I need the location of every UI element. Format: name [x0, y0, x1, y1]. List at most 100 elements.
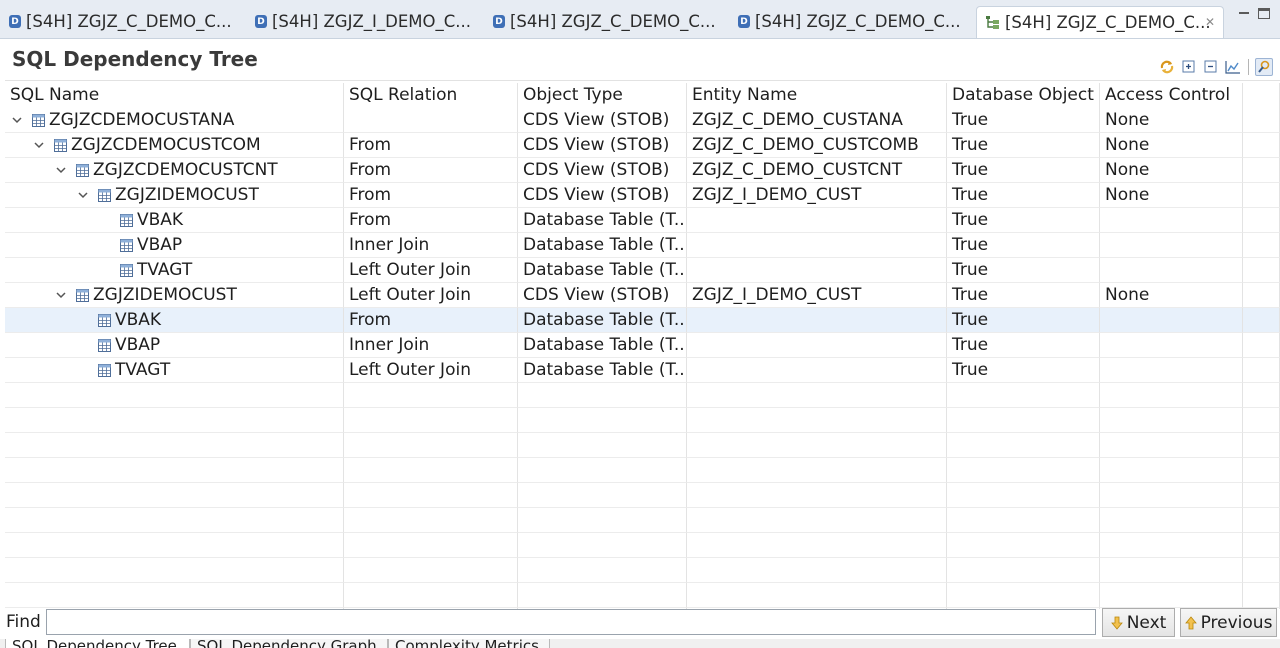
- chart-button[interactable]: [1224, 58, 1242, 76]
- table-row[interactable]: ZGJZIDEMOCUST From CDS View (STOB) ZGJZ_I_D…: [5, 183, 1280, 208]
- view-title: SQL Dependency Tree: [12, 47, 258, 71]
- cell-sql-name: ZGJZCDEMOCUSTCNT: [5, 158, 344, 183]
- chevron-down-icon[interactable]: [55, 289, 67, 301]
- column-header-sql-relation[interactable]: SQL Relation: [344, 83, 518, 108]
- chevron-down-icon[interactable]: [33, 139, 45, 151]
- collapse-all-button[interactable]: [1202, 58, 1220, 76]
- previous-button[interactable]: Previous: [1180, 608, 1277, 637]
- cell-sql-name: [5, 483, 344, 508]
- cell-sql-name: ZGJZCDEMOCUSTANA: [5, 108, 344, 133]
- cell-sql-relation: Left Outer Join: [344, 283, 518, 308]
- cell-sql-name: ZGJZIDEMOCUST: [5, 283, 344, 308]
- cell-filler: [1243, 408, 1280, 433]
- cell-sql-relation: From: [344, 308, 518, 333]
- bottom-tab-sql-dependency-tree[interactable]: SQL Dependency Tree: [5, 639, 190, 648]
- cell-object-type: Database Table (T...: [518, 333, 687, 358]
- previous-button-label: Previous: [1200, 612, 1273, 633]
- cell-sql-relation: Left Outer Join: [344, 258, 518, 283]
- cell-object-type: CDS View (STOB): [518, 158, 687, 183]
- cell-entity-name: [687, 458, 947, 483]
- minimize-icon[interactable]: [1237, 6, 1251, 20]
- column-header-database-object[interactable]: Database Object: [947, 83, 1100, 108]
- cell-database-object: [947, 433, 1100, 458]
- cell-filler: [1243, 558, 1280, 583]
- bottom-tab-complexity-metrics[interactable]: Complexity Metrics: [388, 639, 550, 648]
- column-header-filler: [1243, 83, 1280, 108]
- table-row[interactable]: TVAGT Left Outer Join Database Table (T...…: [5, 258, 1280, 283]
- column-header-entity-name[interactable]: Entity Name: [687, 83, 947, 108]
- cell-entity-name: [687, 208, 947, 233]
- expand-all-button[interactable]: [1180, 58, 1198, 76]
- editor-tab-2[interactable]: D [S4H] ZGJZ_I_DEMO_C...: [246, 6, 484, 37]
- empty-table-row: [5, 508, 1280, 533]
- cell-database-object: True: [947, 283, 1100, 308]
- table-row[interactable]: ZGJZCDEMOCUSTCNT From CDS View (STOB) ZGJZ_…: [5, 158, 1280, 183]
- cell-database-object: True: [947, 233, 1100, 258]
- cell-filler: [1243, 108, 1280, 133]
- next-button[interactable]: Next: [1102, 608, 1175, 637]
- table-icon: [32, 113, 45, 127]
- column-header-sql-name[interactable]: SQL Name: [5, 83, 344, 108]
- editor-tab-4[interactable]: D [S4H] ZGJZ_C_DEMO_C...: [729, 6, 975, 37]
- cell-access-control: [1100, 483, 1243, 508]
- ddl-source-icon: D: [738, 15, 750, 28]
- chevron-down-icon[interactable]: [11, 114, 23, 126]
- cell-sql-name: [5, 533, 344, 558]
- editor-tab-5[interactable]: [S4H] ZGJZ_C_DEMO_C... ✕: [976, 6, 1224, 38]
- find-input[interactable]: [46, 609, 1096, 635]
- table-row[interactable]: VBAK From Database Table (T... True: [5, 308, 1280, 333]
- cell-sql-name: ZGJZCDEMOCUSTCOM: [5, 133, 344, 158]
- filter-button[interactable]: [1255, 58, 1273, 76]
- table-row[interactable]: VBAK From Database Table (T... True: [5, 208, 1280, 233]
- column-header-object-type[interactable]: Object Type: [518, 83, 687, 108]
- table-icon: [98, 363, 111, 377]
- editor-tab-label: [S4H] ZGJZ_I_DEMO_C...: [272, 12, 471, 31]
- cell-sql-relation: From: [344, 208, 518, 233]
- maximize-icon[interactable]: [1258, 8, 1270, 19]
- cell-sql-name: [5, 458, 344, 483]
- collapse-all-icon: [1204, 60, 1217, 73]
- toolbar-separator: [1248, 59, 1249, 75]
- sql-name-text: TVAGT: [115, 359, 171, 380]
- cell-object-type: [518, 583, 687, 608]
- editor-tab-1[interactable]: D [S4H] ZGJZ_C_DEMO_C...: [0, 6, 245, 37]
- editor-tab-3[interactable]: D [S4H] ZGJZ_C_DEMO_C...: [484, 6, 729, 37]
- cell-object-type: [518, 408, 687, 433]
- ddl-source-icon: D: [9, 15, 21, 28]
- bottom-tab-sql-dependency-graph[interactable]: SQL Dependency Graph: [190, 639, 388, 648]
- cell-sql-name: ZGJZIDEMOCUST: [5, 183, 344, 208]
- cell-access-control: None: [1100, 283, 1243, 308]
- cell-entity-name: ZGJZ_I_DEMO_CUST: [687, 183, 947, 208]
- table-row[interactable]: TVAGT Left Outer Join Database Table (T...…: [5, 358, 1280, 383]
- cell-access-control: [1100, 433, 1243, 458]
- table-row[interactable]: VBAP Inner Join Database Table (T... True: [5, 333, 1280, 358]
- cell-filler: [1243, 158, 1280, 183]
- cell-database-object: True: [947, 258, 1100, 283]
- cell-object-type: [518, 508, 687, 533]
- column-header-access-control[interactable]: Access Control: [1100, 83, 1243, 108]
- table-icon: [98, 338, 111, 352]
- cell-entity-name: [687, 508, 947, 533]
- arrow-down-icon: [1110, 616, 1123, 630]
- cell-access-control: [1100, 233, 1243, 258]
- refresh-button[interactable]: [1158, 58, 1176, 76]
- cell-filler: [1243, 183, 1280, 208]
- chevron-down-icon[interactable]: [77, 189, 89, 201]
- chevron-down-icon[interactable]: [55, 164, 67, 176]
- cell-sql-name: [5, 408, 344, 433]
- cell-entity-name: [687, 258, 947, 283]
- cell-sql-relation: [344, 558, 518, 583]
- cell-entity-name: ZGJZ_C_DEMO_CUSTCNT: [687, 158, 947, 183]
- close-tab-icon[interactable]: ✕: [1205, 15, 1215, 29]
- table-row[interactable]: ZGJZCDEMOCUSTCOM From CDS View (STOB) ZGJZ_…: [5, 133, 1280, 158]
- table-row[interactable]: VBAP Inner Join Database Table (T... True: [5, 233, 1280, 258]
- cell-sql-relation: [344, 108, 518, 133]
- cell-access-control: [1100, 458, 1243, 483]
- table-icon: [76, 288, 89, 302]
- cell-entity-name: [687, 533, 947, 558]
- cell-filler: [1243, 283, 1280, 308]
- table-row[interactable]: ZGJZIDEMOCUST Left Outer Join CDS View (ST…: [5, 283, 1280, 308]
- table-row[interactable]: ZGJZCDEMOCUSTANA CDS View (STOB) ZGJZ_C_DE…: [5, 108, 1280, 133]
